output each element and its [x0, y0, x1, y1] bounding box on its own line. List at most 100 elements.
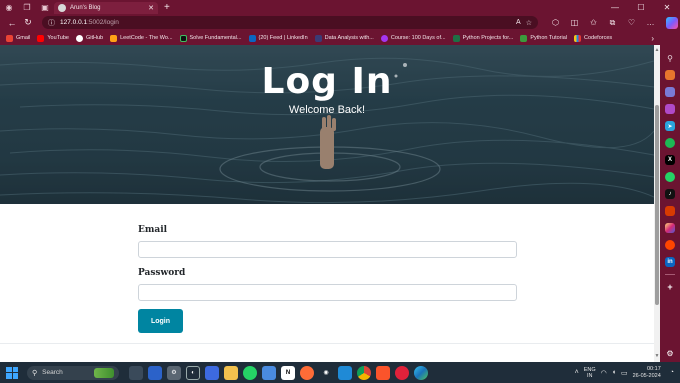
sidebar-spotify-icon[interactable]	[665, 138, 675, 148]
more-options-icon[interactable]: …	[641, 16, 660, 30]
sidebar-search-icon[interactable]: ⚲	[665, 53, 675, 63]
maximize-icon[interactable]: ☐	[628, 0, 654, 14]
browser-titlebar: ◉ ❐ ▣ Arun's Blog ✕ + — ☐ ✕	[0, 0, 680, 14]
search-highlight-icon	[94, 367, 114, 378]
back-icon[interactable]: ←	[4, 16, 20, 30]
pycharm-icon[interactable]	[205, 365, 219, 380]
tab-favicon-icon	[58, 4, 66, 12]
login-button[interactable]: Login	[138, 309, 183, 333]
read-aloud-icon[interactable]: A	[516, 19, 521, 26]
copilot-icon[interactable]	[666, 16, 678, 29]
language-indicator[interactable]: ENG IN	[584, 367, 596, 379]
github-app-icon[interactable]: ◉	[319, 365, 333, 380]
battery-icon[interactable]: ▭	[621, 369, 628, 377]
bookmarks-more-icon[interactable]: ›	[651, 34, 654, 43]
hero-header: Log In Welcome Back!	[0, 45, 654, 204]
sidebar-x-icon[interactable]: X	[665, 155, 675, 165]
volume-icon[interactable]: ◖	[612, 369, 616, 376]
taskbar-search-placeholder: Search	[42, 369, 63, 376]
notifications-icon[interactable]: ◔	[670, 369, 674, 376]
brave-icon[interactable]	[376, 365, 390, 380]
bookmark-label: GitHub	[86, 35, 104, 41]
extensions-icon[interactable]: ⬡	[546, 16, 565, 30]
sidebar-telegram-icon[interactable]: ➤	[665, 121, 675, 131]
leetcode-icon	[110, 34, 118, 42]
windows-start-icon[interactable]	[6, 366, 18, 379]
sidebar-linkedin-icon[interactable]: in	[665, 257, 675, 267]
sidebar-tiktok-icon[interactable]: ♪	[665, 189, 675, 199]
browser-tab-active[interactable]: Arun's Blog ✕	[54, 2, 158, 14]
chat-icon[interactable]	[148, 365, 162, 380]
store-icon[interactable]	[262, 365, 276, 380]
postman-icon[interactable]	[300, 365, 314, 380]
wifi-icon[interactable]: ◠	[601, 369, 607, 377]
tray-overflow-icon[interactable]: ˄	[575, 369, 579, 376]
bookmark-label: YouTube	[47, 35, 69, 41]
toolbar-icons: ⬡ ◫ ✩ ⧉ ♡ …	[546, 16, 660, 30]
refresh-icon[interactable]: ↻	[20, 16, 36, 30]
site-info-icon[interactable]: ⓘ	[48, 18, 55, 28]
minimize-icon[interactable]: —	[602, 0, 628, 14]
split-screen-icon[interactable]: ◫	[565, 16, 584, 30]
email-field[interactable]	[138, 241, 517, 258]
bookmark-data-analysis[interactable]: Data Analysis with...	[314, 34, 374, 42]
footer-divider	[0, 343, 654, 344]
bookmark-udemy-course[interactable]: Course: 100 Days of...	[380, 34, 446, 42]
url-host: 127.0.0.1	[60, 19, 88, 26]
notion-icon[interactable]: N	[281, 365, 295, 380]
new-tab-icon[interactable]: +	[164, 2, 170, 13]
lang-top: ENG	[583, 366, 596, 373]
password-label: Password	[138, 268, 186, 278]
tab-actions-icon[interactable]: ▣	[36, 0, 54, 14]
taskbar-search[interactable]: ⚲ Search	[27, 365, 119, 380]
github-desktop-icon[interactable]: ◐	[186, 365, 200, 380]
bookmark-python-tutorial[interactable]: Python Tutorial	[520, 34, 567, 42]
sidebar-add-icon[interactable]: +	[665, 282, 675, 292]
sidebar-tools-icon[interactable]	[665, 87, 675, 97]
clock[interactable]: 00:17 26-05-2024	[633, 366, 661, 379]
bookmark-codeforces[interactable]: Codeforces	[574, 34, 612, 42]
bookmarks-bar: Gmail YouTube GitHub LeetCode - The Wo..…	[0, 31, 680, 45]
bookmark-linkedin[interactable]: (20) Feed | LinkedIn	[248, 34, 308, 42]
sidebar-instagram-icon[interactable]	[665, 223, 675, 233]
tab-title: Arun's Blog	[70, 5, 101, 11]
bookmark-label: Solve Fundamental...	[189, 35, 242, 41]
edge-icon[interactable]	[414, 365, 428, 380]
password-field[interactable]	[138, 284, 517, 301]
bookmark-label: Python Projects for...	[462, 35, 514, 41]
linkedin-icon	[248, 34, 256, 42]
bookmark-label: Gmail	[16, 35, 31, 41]
close-window-icon[interactable]: ✕	[654, 0, 680, 14]
task-view-icon[interactable]	[129, 365, 143, 380]
file-explorer-icon[interactable]	[224, 365, 238, 380]
sidebar-games-icon[interactable]	[665, 104, 675, 114]
sidebar-reddit-icon[interactable]	[665, 240, 675, 250]
settings-app-icon[interactable]: ⚙	[167, 365, 181, 380]
whatsapp-app-icon[interactable]	[243, 365, 257, 380]
bookmark-gmail[interactable]: Gmail	[6, 34, 31, 42]
workspaces-icon[interactable]: ❐	[18, 0, 36, 14]
sidebar-shopping-icon[interactable]	[665, 70, 675, 80]
profile-icon[interactable]: ◉	[0, 0, 18, 14]
python-projects-icon	[452, 34, 460, 42]
sidebar-whatsapp-icon[interactable]	[665, 172, 675, 182]
favorites-icon[interactable]: ✩	[584, 16, 603, 30]
chrome-icon[interactable]	[357, 365, 371, 380]
bookmark-github[interactable]: GitHub	[76, 34, 104, 42]
bookmark-hackerrank[interactable]: Solve Fundamental...	[179, 34, 242, 42]
vscode-icon[interactable]	[338, 365, 352, 380]
scrollbar-thumb[interactable]	[655, 105, 659, 305]
favorite-star-icon[interactable]: ☆	[526, 19, 532, 27]
feedback-icon[interactable]: ♡	[622, 16, 641, 30]
bookmark-python-projects[interactable]: Python Projects for...	[452, 34, 514, 42]
gmail-icon	[6, 34, 13, 42]
taskbar-apps: ⚙ ◐ N ◉	[129, 365, 428, 380]
collections-icon[interactable]: ⧉	[603, 16, 622, 30]
sidebar-settings-icon[interactable]: ⚙	[665, 348, 675, 358]
address-bar[interactable]: ⓘ 127.0.0.1:5002/login A ☆	[42, 16, 538, 29]
opera-icon[interactable]	[395, 365, 409, 380]
sidebar-office-icon[interactable]	[665, 206, 675, 216]
tab-close-icon[interactable]: ✕	[148, 4, 154, 12]
bookmark-youtube[interactable]: YouTube	[37, 34, 69, 42]
bookmark-leetcode[interactable]: LeetCode - The Wo...	[110, 34, 173, 42]
